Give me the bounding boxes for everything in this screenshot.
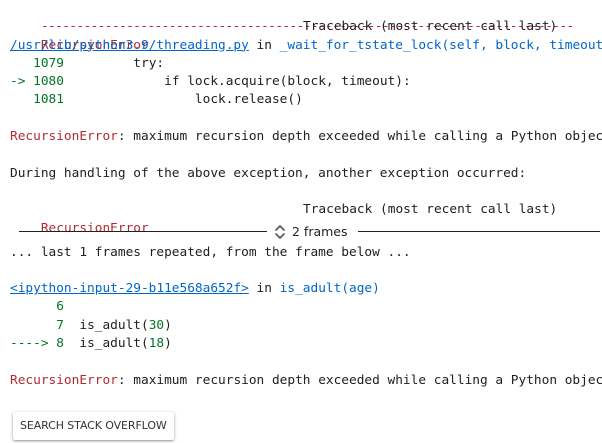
line-prefix — [10, 92, 33, 107]
in-word: in — [248, 281, 280, 297]
error-message-text: : maximum recursion depth exceeded while… — [117, 129, 602, 145]
unfold-icon — [275, 224, 285, 239]
code-line: 1079 try: — [10, 55, 602, 73]
code-line-current: -> 1080 if lock.acquire(block, timeout): — [10, 73, 602, 91]
code-line: 1081 lock.release() — [10, 91, 602, 109]
cell-output: ----------------------------------------… — [10, 0, 602, 390]
traceback-label: Traceback (most recent call last) — [303, 19, 558, 35]
in-word: in — [248, 37, 280, 53]
line-number: 1079 — [33, 55, 64, 71]
search-stack-overflow-button[interactable]: SEARCH STACK OVERFLOW — [13, 412, 174, 440]
line-number: 6 — [56, 299, 64, 315]
line-code: try: — [63, 55, 165, 71]
frames-count-label: 2 frames — [292, 224, 348, 240]
divider-right — [358, 230, 600, 232]
traceback-header: RecursionError Traceback (most recent ca… — [10, 201, 602, 235]
error-message: RecursionError: maximum recursion depth … — [10, 128, 602, 146]
code-line: 6 — [10, 298, 602, 316]
function-name: _wait_for_tstate_lock — [279, 37, 442, 53]
call-close: ) — [164, 317, 172, 333]
line-prefix — [10, 56, 33, 71]
line-number: 8 — [56, 336, 64, 352]
line-arrow: ----> — [10, 336, 57, 352]
ipython-input-link[interactable]: <ipython-input-29-b11e568a652f> — [10, 281, 249, 296]
function-args: (age) — [341, 281, 380, 297]
line-code: is_adult( — [63, 336, 149, 352]
code-line-current: ----> 8 is_adult(18) — [10, 335, 602, 353]
line-number: 1080 — [33, 74, 64, 90]
call-close: ) — [164, 336, 172, 352]
traceback-header: RecursionError Traceback (most recent ca… — [10, 18, 602, 52]
call-argument: 30 — [148, 317, 165, 333]
error-message-name: RecursionError — [10, 129, 118, 145]
separator-dashes: ----------------------------------------… — [10, 0, 602, 34]
collapsed-frames-row: 2 frames — [0, 220, 602, 244]
function-name: is_adult — [279, 281, 342, 297]
error-message-name: RecursionError — [10, 372, 118, 388]
during-handling-text: During handling of the above exception, … — [10, 165, 527, 181]
function-args: (self, block, timeout) — [441, 37, 602, 53]
line-number: 1081 — [33, 92, 64, 108]
line-prefix — [10, 299, 56, 314]
frame-location: <ipython-input-29-b11e568a652f> in is_ad… — [10, 280, 602, 298]
frame-location: /usr/lib/python3.9/threading.py in _wait… — [10, 37, 602, 55]
line-number: 7 — [56, 317, 64, 333]
traceback-label: Traceback (most recent call last) — [303, 202, 558, 218]
line-arrow: -> — [10, 74, 34, 90]
call-argument: 18 — [148, 336, 165, 352]
code-line: 7 is_adult(30) — [10, 317, 602, 335]
line-code: if lock.acquire(block, timeout): — [63, 74, 411, 90]
repeated-frames-note: ... last 1 frames repeated, from the fra… — [10, 244, 411, 260]
file-path-link[interactable]: /usr/lib/python3.9/threading.py — [10, 38, 249, 53]
error-message: RecursionError: maximum recursion depth … — [10, 372, 602, 390]
error-message-text: : maximum recursion depth exceeded while… — [117, 372, 602, 388]
line-prefix — [10, 318, 56, 333]
divider-left — [19, 230, 267, 232]
expand-frames-button[interactable]: 2 frames — [274, 222, 348, 242]
line-code: lock.release() — [63, 92, 303, 108]
line-code: is_adult( — [63, 317, 149, 333]
